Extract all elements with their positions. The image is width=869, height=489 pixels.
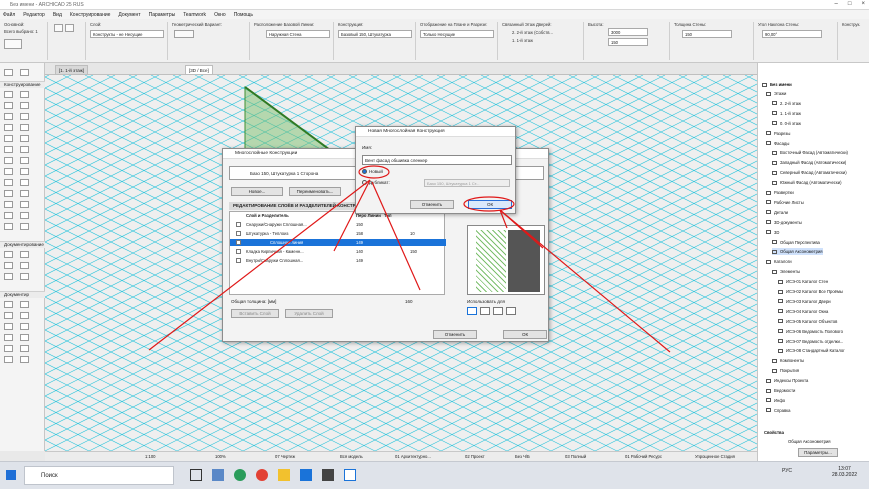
windows-taskbar: Поиск РУС 13:07 28.03.2022: [0, 461, 869, 489]
store-icon[interactable]: [322, 469, 334, 481]
chrome-icon[interactable]: [256, 469, 268, 481]
archicad-icon[interactable]: [344, 469, 356, 481]
clock[interactable]: 13:07 28.03.2022: [832, 466, 857, 478]
archicad-window: Без имени - ARCHICAD 25 RUS – □ × Файл Р…: [0, 0, 869, 489]
task-view-icon[interactable]: [190, 469, 202, 481]
arrow-line-3: [371, 181, 421, 291]
edge-icon[interactable]: [234, 469, 246, 481]
highlight-ok-ellipse: [463, 196, 515, 212]
highlight-new-ellipse: [358, 165, 390, 179]
explorer-icon[interactable]: [278, 469, 290, 481]
annotation-overlay: [148, 165, 671, 353]
arrow-line-2: [333, 179, 371, 252]
mail-icon[interactable]: [300, 469, 312, 481]
arrow-line-1: [148, 179, 371, 351]
arrow-line-4: [499, 209, 671, 353]
search-box[interactable]: Поиск: [24, 466, 174, 485]
start-icon[interactable]: [6, 470, 16, 480]
language-indicator[interactable]: РУС: [782, 468, 792, 474]
widgets-icon[interactable]: [212, 469, 224, 481]
arrow-line-5: [499, 209, 544, 249]
